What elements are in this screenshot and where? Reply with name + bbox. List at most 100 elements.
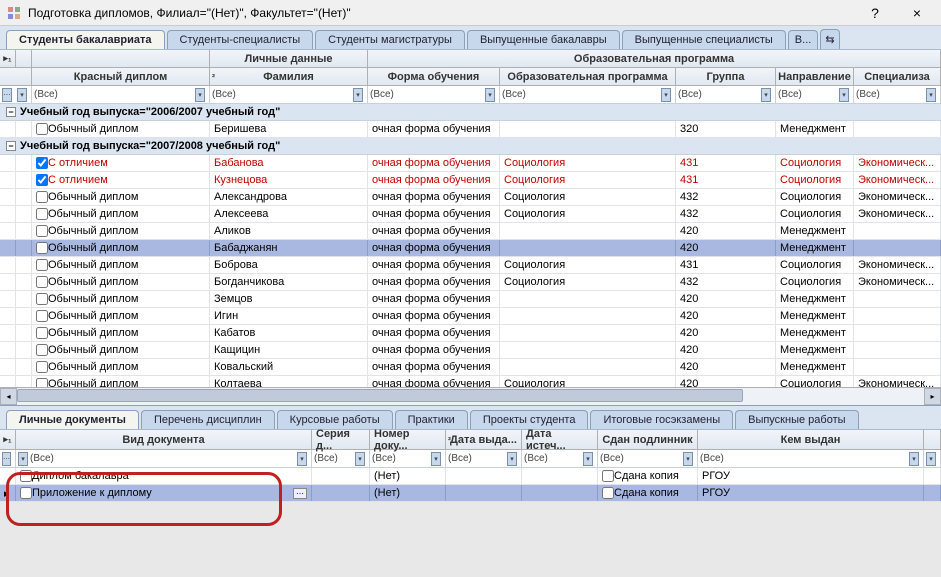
tab-personal-docs[interactable]: Личные документы [6,410,139,429]
doc-checkbox[interactable] [20,487,32,499]
tab-master-students[interactable]: Студенты магистратуры [315,30,465,49]
orig-checkbox[interactable] [602,470,614,482]
orig-checkbox[interactable] [602,487,614,499]
group-header[interactable]: Группа [676,68,776,85]
diploma-checkbox[interactable] [36,293,48,305]
diploma-checkbox[interactable] [36,242,48,254]
doc-type-header[interactable]: Вид документа [16,430,312,449]
cell [16,206,32,222]
table-row[interactable]: С отличиемКузнецоваочная форма обученияС… [0,172,941,189]
upper-hscrollbar[interactable]: ◂ ▸ [0,387,941,404]
filter-orig[interactable]: (Все)▾ [598,450,698,467]
table-row[interactable]: Обычный дипломКолтаеваочная форма обучен… [0,376,941,387]
diploma-checkbox[interactable] [36,310,48,322]
table-row[interactable]: Обычный дипломКабатовочная форма обучени… [0,325,941,342]
form-header[interactable]: Форма обучения [368,68,500,85]
scroll-thumb[interactable] [17,389,743,402]
diploma-checkbox[interactable] [36,225,48,237]
doc-checkbox[interactable] [20,470,32,482]
spec-header[interactable]: Специализа [854,68,941,85]
table-row[interactable]: Обычный дипломБоброваочная форма обучени… [0,257,941,274]
diploma-checkbox[interactable] [36,123,48,135]
table-row[interactable]: Обычный дипломКащициночная форма обучени… [0,342,941,359]
table-row[interactable]: Обычный дипломКовальскийочная форма обуч… [0,359,941,376]
family-header[interactable]: ²Фамилия [210,68,368,85]
date-exp-header[interactable]: Дата истеч... [522,430,598,449]
tab-overflow[interactable]: В... [788,30,819,49]
filter-spec[interactable]: (Все)▾ [854,86,941,103]
filter-issued[interactable]: (Все)▾ [698,450,924,467]
filter-num[interactable]: (Все)▾ [370,450,446,467]
table-row[interactable]: Диплом бакалавра(Нет) Сдана копияРГОУ [0,468,941,485]
table-row[interactable]: Обычный дипломАликовочная форма обучения… [0,223,941,240]
tab-thesis[interactable]: Выпускные работы [735,410,858,429]
diploma-checkbox[interactable] [36,276,48,288]
table-row[interactable]: Обычный дипломЗемцовочная форма обучения… [0,291,941,308]
cell [16,121,32,137]
table-row[interactable]: Обычный дипломБогданчиковаочная форма об… [0,274,941,291]
group-row[interactable]: −Учебный год выпуска="2007/2008 учебный … [0,138,941,155]
filter-menu[interactable]: ⋯▾ [0,86,32,103]
diploma-checkbox[interactable] [36,174,48,186]
tab-practice[interactable]: Практики [395,410,468,429]
collapse-icon[interactable]: − [6,141,16,151]
red-diploma-header[interactable] [32,50,210,67]
close-button[interactable]: × [899,2,935,24]
date-issue-header[interactable]: ²Дата выда... [446,430,522,449]
tab-graduated-bachelors[interactable]: Выпущенные бакалавры [467,30,620,49]
filter-doctype[interactable]: ▾(Все)▾ [16,450,312,467]
collapse-icon[interactable]: − [6,107,16,117]
diploma-checkbox[interactable] [36,344,48,356]
original-header[interactable]: Сдан подлинник [598,430,698,449]
tab-bachelor-students[interactable]: Студенты бакалавриата [6,30,165,49]
cell [16,240,32,256]
tab-specialist-students[interactable]: Студенты-специалисты [167,30,314,49]
filter-family[interactable]: (Все)▾ [210,86,368,103]
group-row[interactable]: −Учебный год выпуска="2006/2007 учебный … [0,104,941,121]
red-diploma-header2[interactable]: Красный диплом [32,68,210,85]
table-row[interactable]: Обычный дипломАлексееваочная форма обуче… [0,206,941,223]
filter-series[interactable]: (Все)▾ [312,450,370,467]
diploma-checkbox[interactable] [36,361,48,373]
scroll-left-button[interactable]: ◂ [0,388,17,405]
cell: очная форма обучения [368,172,500,188]
tab-graduated-specialists[interactable]: Выпущенные специалисты [622,30,786,49]
filter-last[interactable]: ▾ [924,450,941,467]
diploma-checkbox[interactable] [36,327,48,339]
table-row[interactable]: Обычный дипломБабаджаняночная форма обуч… [0,240,941,257]
table-row[interactable]: ▸ Приложение к диплому⋯(Нет) Сдана копия… [0,485,941,502]
issued-by-header[interactable]: Кем выдан [698,430,924,449]
personal-header[interactable]: Личные данные [210,50,368,67]
tab-disciplines[interactable]: Перечень дисциплин [141,410,275,429]
cell: Бабаджанян [210,240,368,256]
edu-program-header[interactable]: Образовательная программа [368,50,941,67]
docnum-header[interactable]: Номер доку... [370,430,446,449]
tab-projects[interactable]: Проекты студента [470,410,589,429]
table-row[interactable]: Обычный дипломБеришеваочная форма обучен… [0,121,941,138]
ellipsis-button[interactable]: ⋯ [293,488,307,499]
diploma-checkbox[interactable] [36,191,48,203]
filter-group[interactable]: (Все)▾ [676,86,776,103]
table-row[interactable]: Обычный дипломИгиночная форма обучения42… [0,308,941,325]
tab-scroll-arrows[interactable]: ⇆ [820,29,839,49]
series-header[interactable]: Серия д... [312,430,370,449]
filter-dissue[interactable]: (Все)▾ [446,450,522,467]
scroll-right-button[interactable]: ▸ [924,388,941,405]
filter-dexp[interactable]: (Все)▾ [522,450,598,467]
lower-filter-menu[interactable]: ⋯ [0,450,16,467]
direction-header[interactable]: Направление [776,68,854,85]
table-row[interactable]: С отличиемБабановаочная форма обученияСо… [0,155,941,172]
filter-program[interactable]: (Все)▾ [500,86,676,103]
program-header[interactable]: Образовательная программа [500,68,676,85]
tab-state-exam[interactable]: Итоговые госэкзамены [590,410,733,429]
filter-direction[interactable]: (Все)▾ [776,86,854,103]
help-button[interactable]: ? [857,2,893,24]
filter-form[interactable]: (Все)▾ [368,86,500,103]
filter-red[interactable]: (Все)▾ [32,86,210,103]
tab-coursework[interactable]: Курсовые работы [277,410,393,429]
diploma-checkbox[interactable] [36,208,48,220]
table-row[interactable]: Обычный дипломАлександроваочная форма об… [0,189,941,206]
diploma-checkbox[interactable] [36,157,48,169]
diploma-checkbox[interactable] [36,259,48,271]
diploma-checkbox[interactable] [36,378,48,387]
